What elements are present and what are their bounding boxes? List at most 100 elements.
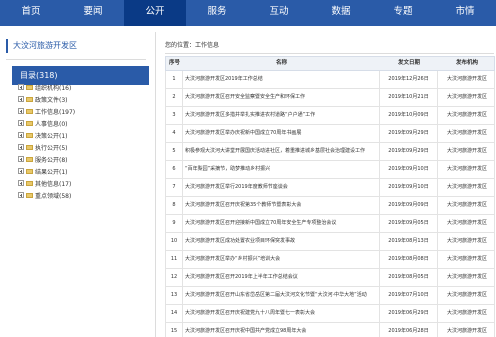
row-org: 大汶河旅游开发区 <box>446 220 487 226</box>
table-row[interactable]: 15 大汶河旅游开发区召开庆祝中国共产党成立98周年大会 2019年06月28日 大汶… <box>165 323 495 337</box>
row-title-link[interactable]: 大汶河旅游开发区召开庆祝建党九十八周年暨七一表彰大会 <box>183 305 380 322</box>
nav-item-public[interactable]: 公开 <box>124 0 186 26</box>
column-header-title: 名称 <box>275 60 287 66</box>
folder-icon <box>26 96 33 102</box>
row-title-link[interactable]: 大汶河旅游开发区召开安全监察暨安全生产和环保工作 <box>183 89 380 106</box>
row-title-link[interactable]: 积极参观大汶河大讲堂开展国庆活动进社区，着重推进城乡基层社会治理建设工作 <box>183 143 380 160</box>
tree-item[interactable]: 政策文件(3) <box>18 94 68 104</box>
main-content: 您的位置：工作信息 序号 名称 发文日期 发布机构 1 大汶河旅游开发区2019年… <box>155 32 496 337</box>
row-title-link[interactable]: 大汶河旅游开发区举办“乡村振兴”培训大会 <box>183 251 380 268</box>
row-title-link[interactable]: 大汶河旅游开发区召开庆祝中国共产党成立98周年大会 <box>183 323 380 337</box>
tree-item[interactable]: 工作信息(197) <box>18 106 75 116</box>
table-row[interactable]: 14 大汶河旅游开发区召开庆祝建党九十八周年暨七一表彰大会 2019年06月29日 大… <box>165 305 495 323</box>
row-title-link[interactable]: 大汶河旅游开发区召开山东省岱岳区第二届大汶河文化节暨“大汶河·中华大地”活动 <box>183 287 380 304</box>
table-row[interactable]: 2 大汶河旅游开发区召开安全监察暨安全生产和环保工作 2019年10月21日 大汶河旅… <box>165 89 495 107</box>
row-title-link[interactable]: 大汶河旅游开发区多措并举扎实推进农村道路“户户通”工作 <box>183 107 380 124</box>
table-row[interactable]: 9 大汶河旅游开发区召开迎接新中国成立70周年安全生产专项整治会议 2019年09月… <box>165 215 495 233</box>
folder-icon <box>26 108 33 114</box>
top-nav: 首页 要闻 公开 服务 互动 数据 专题 市情 <box>0 0 496 26</box>
row-title-link[interactable]: 大汶河旅游开发区成功处置农业项目环保突发事故 <box>183 233 380 250</box>
expand-icon[interactable] <box>18 108 24 114</box>
table-row[interactable]: 12 大汶河旅游开发区召开2019年上半年工作总结会议 2019年08月05日 大汶河… <box>165 269 495 287</box>
table-row[interactable]: 1 大汶河旅游开发区2019年工作总结 2019年12月26日 大汶河旅游开发区 <box>165 71 495 89</box>
row-date: 2019年10月21日 <box>380 89 438 106</box>
folder-icon <box>26 144 33 150</box>
row-org: 大汶河旅游开发区 <box>446 112 487 118</box>
row-date: 2019年06月28日 <box>380 323 438 337</box>
table-row[interactable]: 5 积极参观大汶河大讲堂开展国庆活动进社区，着重推进城乡基层社会治理建设工作 201… <box>165 143 495 161</box>
expand-icon[interactable] <box>18 144 24 150</box>
row-org: 大汶河旅游开发区 <box>446 292 487 298</box>
table-row[interactable]: 3 大汶河旅游开发区多措并举扎实推进农村道路“户户通”工作 2019年10月09日 大… <box>165 107 495 125</box>
tree-item[interactable]: 重点领域(58) <box>18 190 71 200</box>
row-number: 7 <box>166 179 183 196</box>
expand-icon[interactable] <box>18 192 24 198</box>
row-title-link[interactable]: “百年梨园”采摘节，助梦推动乡村振兴 <box>183 161 380 178</box>
expand-icon[interactable] <box>18 180 24 186</box>
table-row[interactable]: 6 “百年梨园”采摘节，助梦推动乡村振兴 2019年09月10日 大汶河旅游开发区 <box>165 161 495 179</box>
row-date: 2019年12月26日 <box>380 71 438 88</box>
nav-item-topics[interactable]: 专题 <box>372 0 434 26</box>
row-title-link[interactable]: 大汶河旅游开发区召开2019年上半年工作总结会议 <box>183 269 380 286</box>
row-org: 大汶河旅游开发区 <box>446 166 487 172</box>
nav-item-data[interactable]: 数据 <box>310 0 372 26</box>
row-number: 11 <box>166 251 183 268</box>
expand-icon[interactable] <box>18 120 24 126</box>
row-title-link[interactable]: 大汶河旅游开发区举行2019年度教师节座谈会 <box>183 179 380 196</box>
table-row[interactable]: 10 大汶河旅游开发区成功处置农业项目环保突发事故 2019年08月13日 大汶河旅游… <box>165 233 495 251</box>
table-row[interactable]: 4 大汶河旅游开发区举办庆祝新中国成立70周年书画展 2019年09月29日 大汶河旅… <box>165 125 495 143</box>
tree-item[interactable]: 结果公开(1) <box>18 166 68 176</box>
row-number: 1 <box>166 71 183 88</box>
divider <box>6 59 146 60</box>
tree-item-label[interactable]: 决策公开(1) <box>35 131 68 140</box>
expand-icon[interactable] <box>18 132 24 138</box>
folder-icon <box>26 120 33 126</box>
tree-item-label[interactable]: 重点领域(58) <box>35 191 71 200</box>
table-row[interactable]: 7 大汶河旅游开发区举行2019年度教师节座谈会 2019年09月10日 大汶河旅游开… <box>165 179 495 197</box>
tree-item-label[interactable]: 政策文件(3) <box>35 95 68 104</box>
expand-icon[interactable] <box>18 156 24 162</box>
tree-item-label[interactable]: 组织机构(16) <box>35 83 71 92</box>
nav-item-city[interactable]: 市情 <box>434 0 496 26</box>
row-number: 10 <box>166 233 183 250</box>
row-title-link[interactable]: 大汶河旅游开发区举办庆祝新中国成立70周年书画展 <box>183 125 380 142</box>
expand-icon[interactable] <box>18 84 24 90</box>
row-org: 大汶河旅游开发区 <box>446 238 487 244</box>
row-org: 大汶河旅游开发区 <box>446 148 487 154</box>
column-header-no: 序号 <box>168 60 180 66</box>
nav-item-home[interactable]: 首页 <box>0 0 62 26</box>
tree-item[interactable]: 其他信息(17) <box>18 178 71 188</box>
tree-item-label[interactable]: 其他信息(17) <box>35 179 71 188</box>
row-date: 2019年09月09日 <box>380 197 438 214</box>
tree-item-label[interactable]: 人事信息(0) <box>35 119 68 128</box>
tree-item-label[interactable]: 服务公开(8) <box>35 155 68 164</box>
tree-item-label[interactable]: 工作信息(197) <box>35 107 75 116</box>
row-title-link[interactable]: 大汶河旅游开发区召开庆祝第35个教师节暨表彰大会 <box>183 197 380 214</box>
nav-item-interact[interactable]: 互动 <box>248 0 310 26</box>
tree-item[interactable]: 执行公开(5) <box>18 142 68 152</box>
row-number: 5 <box>166 143 183 160</box>
folder-icon <box>26 180 33 186</box>
row-date: 2019年09月05日 <box>380 215 438 232</box>
tree-item[interactable]: 决策公开(1) <box>18 130 68 140</box>
table-row[interactable]: 13 大汶河旅游开发区召开山东省岱岳区第二届大汶河文化节暨“大汶河·中华大地”活动… <box>165 287 495 305</box>
expand-icon[interactable] <box>18 168 24 174</box>
table-row[interactable]: 8 大汶河旅游开发区召开庆祝第35个教师节暨表彰大会 2019年09月09日 大汶河旅… <box>165 197 495 215</box>
nav-item-service[interactable]: 服务 <box>186 0 248 26</box>
divider <box>165 53 494 54</box>
tree-item[interactable]: 人事信息(0) <box>18 118 68 128</box>
row-title-link[interactable]: 大汶河旅游开发区召开迎接新中国成立70周年安全生产专项整治会议 <box>183 215 380 232</box>
row-title-link[interactable]: 大汶河旅游开发区2019年工作总结 <box>183 71 380 88</box>
row-date: 2019年10月09日 <box>380 107 438 124</box>
tree-item[interactable]: 组织机构(16) <box>18 82 71 92</box>
tree-item-label[interactable]: 执行公开(5) <box>35 143 68 152</box>
expand-icon[interactable] <box>18 96 24 102</box>
table-row[interactable]: 11 大汶河旅游开发区举办“乡村振兴”培训大会 2019年08月08日 大汶河旅游开发… <box>165 251 495 269</box>
row-number: 13 <box>166 287 183 304</box>
row-org: 大汶河旅游开发区 <box>446 274 487 280</box>
row-org: 大汶河旅游开发区 <box>446 256 487 262</box>
tree-item[interactable]: 服务公开(8) <box>18 154 68 164</box>
tree-item-label[interactable]: 结果公开(1) <box>35 167 68 176</box>
nav-item-news[interactable]: 要闻 <box>62 0 124 26</box>
row-number: 2 <box>166 89 183 106</box>
